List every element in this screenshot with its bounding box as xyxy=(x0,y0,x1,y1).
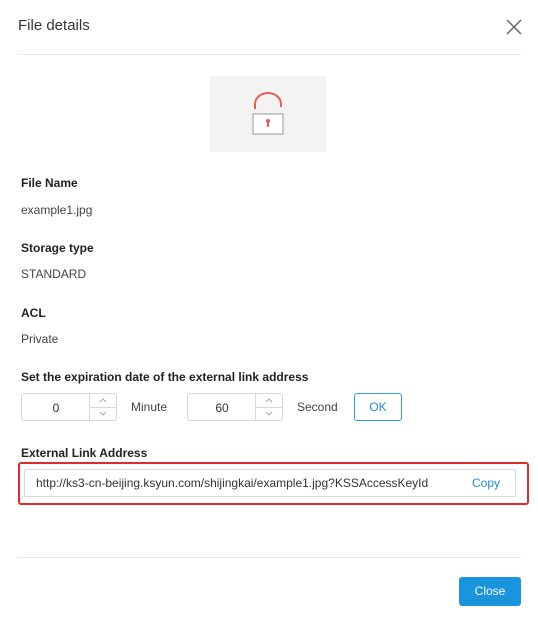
seconds-arrows xyxy=(255,394,282,420)
minutes-increment-button[interactable] xyxy=(90,394,116,408)
chevron-up-icon xyxy=(265,398,273,403)
chevron-down-icon xyxy=(265,411,273,416)
ok-button[interactable]: OK xyxy=(354,393,402,421)
storage-type-label: Storage type xyxy=(21,241,94,255)
copy-button[interactable]: Copy xyxy=(472,470,500,496)
unlock-icon xyxy=(252,92,284,135)
seconds-stepper[interactable]: 60 xyxy=(187,393,283,421)
file-details-dialog: File details File Name example1.jpg Stor… xyxy=(0,0,538,623)
minutes-arrows xyxy=(89,394,116,420)
seconds-decrement-button[interactable] xyxy=(256,407,282,420)
acl-value: Private xyxy=(21,332,59,346)
expiration-label: Set the expiration date of the external … xyxy=(21,370,309,384)
dialog-title: File details xyxy=(18,17,90,34)
seconds-value[interactable]: 60 xyxy=(188,394,256,420)
minutes-value[interactable]: 0 xyxy=(22,394,90,420)
minutes-unit-label: Minute xyxy=(131,400,168,414)
file-name-value: example1.jpg xyxy=(21,203,93,217)
acl-label: ACL xyxy=(21,306,46,320)
seconds-increment-button[interactable] xyxy=(256,394,282,408)
dialog-header: File details xyxy=(0,0,538,54)
file-preview xyxy=(210,76,326,152)
chevron-down-icon xyxy=(99,411,107,416)
file-name-label: File Name xyxy=(21,176,78,190)
minutes-decrement-button[interactable] xyxy=(90,407,116,420)
minutes-stepper[interactable]: 0 xyxy=(21,393,117,421)
external-link-url[interactable]: http://ks3-cn-beijing.ksyun.com/shijingk… xyxy=(36,470,461,496)
external-link-field[interactable]: http://ks3-cn-beijing.ksyun.com/shijingk… xyxy=(24,469,516,497)
storage-type-value: STANDARD xyxy=(21,267,87,281)
seconds-unit-label: Second xyxy=(297,400,338,414)
footer-divider xyxy=(18,557,521,558)
external-link-label: External Link Address xyxy=(21,446,148,460)
header-divider xyxy=(18,54,521,55)
close-icon[interactable] xyxy=(504,17,524,37)
chevron-up-icon xyxy=(99,398,107,403)
close-button[interactable]: Close xyxy=(459,577,521,606)
